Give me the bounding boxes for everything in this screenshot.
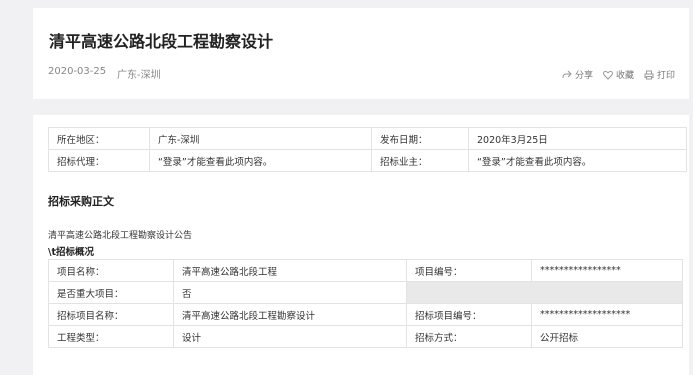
print-label: 打印 <box>656 71 675 81</box>
table-row: 招标代理： “登录”才能查看此项内容。 招标业主： “登录”才能查看此项内容。 <box>48 149 687 172</box>
bid-item-no-label: 招标项目编号： <box>406 303 532 326</box>
region: 广东-深圳 <box>117 70 161 81</box>
notice-title: 清平高速公路北段工程勘察设计公告 <box>48 231 193 241</box>
section-heading: 招标采购正文 <box>48 195 114 208</box>
detail-table: 项目名称： 清平高速公路北段工程 项目编号： *****************… <box>48 259 683 348</box>
major-project-value: 否 <box>173 281 407 304</box>
table-row: 是否重大项目： 否 <box>48 281 683 304</box>
owner-label: 招标业主： <box>371 149 469 172</box>
header-card: 清平高速公路北段工程勘察设计 2020-03-25 广东-深圳 分享 收藏 打印 <box>33 8 689 99</box>
empty-cell <box>406 281 683 304</box>
table-row: 所在地区： 广东-深圳 发布日期： 2020年3月25日 <box>48 127 687 150</box>
publish-date: 2020-03-25 <box>48 66 107 77</box>
major-project-label: 是否重大项目： <box>48 281 174 304</box>
project-name-label: 项目名称： <box>48 259 174 282</box>
favorite-label: 收藏 <box>615 71 634 81</box>
publish-date-label: 发布日期： <box>371 127 469 150</box>
region-label: 所在地区： <box>48 127 150 150</box>
bid-method-value: 公开招标 <box>531 325 683 348</box>
table-row: 项目名称： 清平高速公路北段工程 项目编号： ***************** <box>48 259 683 282</box>
table-row: 招标项目名称： 清平高速公路北段工程勘察设计 招标项目编号： *********… <box>48 303 683 326</box>
info-table: 所在地区： 广东-深圳 发布日期： 2020年3月25日 招标代理： “登录”才… <box>48 127 687 172</box>
project-type-label: 工程类型： <box>48 325 174 348</box>
region-value: 广东-深圳 <box>149 127 372 150</box>
project-name-value: 清平高速公路北段工程 <box>173 259 407 282</box>
favorite-button[interactable]: 收藏 <box>603 68 634 81</box>
page-title: 清平高速公路北段工程勘察设计 <box>49 32 274 51</box>
print-button[interactable]: 打印 <box>644 68 675 81</box>
agent-label: 招标代理： <box>48 149 150 172</box>
share-label: 分享 <box>574 71 593 81</box>
table-row: 工程类型： 设计 招标方式： 公开招标 <box>48 325 683 348</box>
bid-method-label: 招标方式： <box>406 325 532 348</box>
bid-item-value: 清平高速公路北段工程勘察设计 <box>173 303 407 326</box>
project-no-value: ***************** <box>531 259 683 282</box>
heart-icon <box>603 70 613 80</box>
publish-date-value: 2020年3月25日 <box>468 127 687 150</box>
project-no-label: 项目编号： <box>406 259 532 282</box>
owner-value[interactable]: “登录”才能查看此项内容。 <box>468 149 687 172</box>
project-type-value: 设计 <box>173 325 407 348</box>
bid-item-label: 招标项目名称： <box>48 303 174 326</box>
bid-item-no-value: ******************* <box>531 303 683 326</box>
action-bar: 分享 收藏 打印 <box>562 68 675 81</box>
agent-value[interactable]: “登录”才能查看此项内容。 <box>149 149 372 172</box>
printer-icon <box>644 70 654 79</box>
content-card: 所在地区： 广东-深圳 发布日期： 2020年3月25日 招标代理： “登录”才… <box>33 115 689 375</box>
overview-heading: \t招标概况 <box>48 247 95 258</box>
share-icon <box>562 70 572 78</box>
share-button[interactable]: 分享 <box>562 68 593 81</box>
